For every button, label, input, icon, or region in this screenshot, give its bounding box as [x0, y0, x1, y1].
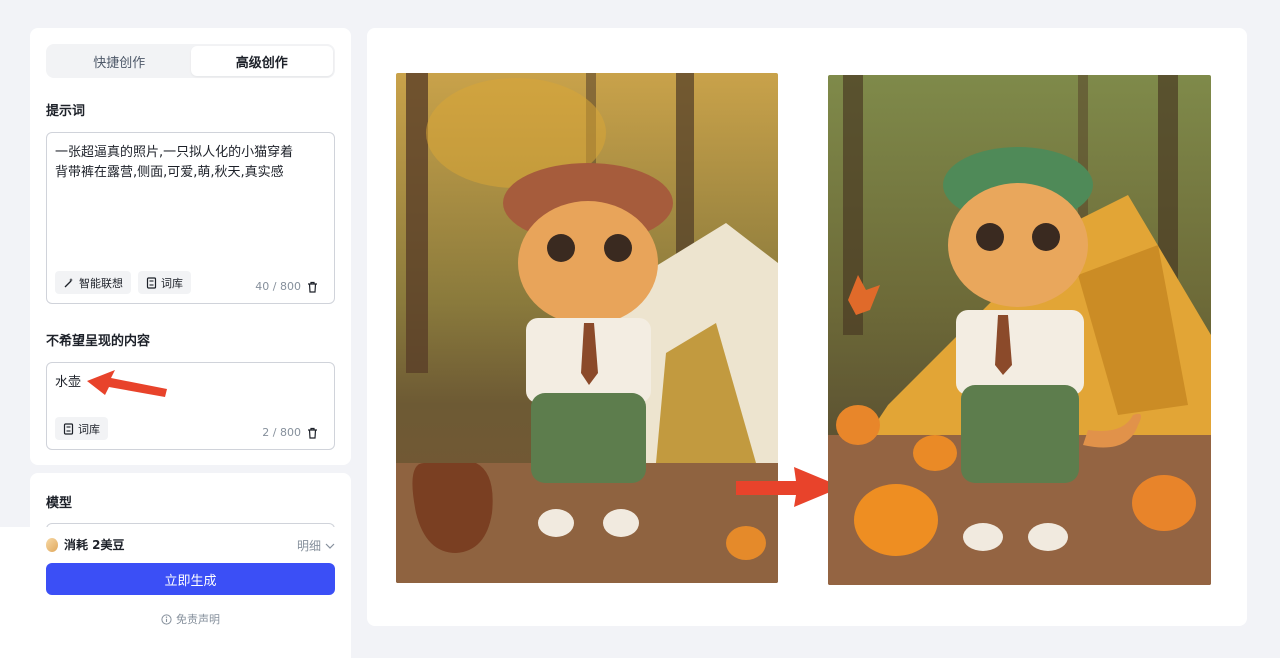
negative-counter: 2 / 800 [262, 426, 318, 439]
detail-label: 明细 [296, 539, 321, 553]
trash-icon[interactable] [307, 281, 318, 293]
arrow-icon [85, 367, 169, 403]
prompt-title: 提示词 [46, 104, 86, 119]
result-image-without-kettle[interactable] [828, 75, 1211, 585]
prompt-count-text: 40 / 800 [255, 280, 301, 293]
negative-library-label: 词库 [78, 422, 100, 436]
model-title: 模型 [46, 496, 73, 511]
prompt-library-label: 词库 [161, 276, 183, 290]
result-image-with-kettle[interactable] [396, 73, 778, 583]
generate-footer: 消耗 2美豆 明细 立即生成 免责声明 [0, 527, 351, 658]
result-panel [367, 28, 1247, 626]
tab-quick-create[interactable]: 快捷创作 [48, 46, 191, 76]
cost-info: 消耗 2美豆 [46, 536, 125, 553]
negative-count-text: 2 / 800 [262, 426, 301, 439]
prompt-textarea[interactable]: 一张超逼真的照片,一只拟人化的小猫穿着背带裤在露营,侧面,可爱,萌,秋天,真实感… [46, 132, 335, 304]
tab-advanced-create[interactable]: 高级创作 [190, 46, 333, 76]
detail-toggle[interactable]: 明细 [297, 537, 335, 554]
disclaimer-label: 免责声明 [176, 613, 220, 626]
negative-prompt-title: 不希望呈现的内容 [46, 334, 151, 349]
cost-label: 消耗 2美豆 [64, 538, 125, 552]
generate-button[interactable]: 立即生成 [46, 563, 335, 595]
wand-icon [63, 277, 75, 289]
prompt-counter: 40 / 800 [255, 280, 318, 293]
prompt-library-button[interactable]: 词库 [138, 271, 191, 294]
info-icon [161, 613, 172, 625]
book-icon [63, 422, 74, 435]
negative-library-button[interactable]: 词库 [55, 417, 108, 440]
negative-prompt-textarea[interactable]: 水壶 词库 2 / 800 [46, 362, 335, 450]
chevron-down-icon [325, 543, 335, 549]
bean-icon [46, 537, 58, 552]
settings-panel: 快捷创作 高级创作 提示词 一张超逼真的照片,一只拟人化的小猫穿着背带裤在露营,… [30, 28, 351, 465]
mode-tabs: 快捷创作 高级创作 [46, 44, 335, 78]
smart-suggest-button[interactable]: 智能联想 [55, 271, 131, 294]
smart-suggest-label: 智能联想 [79, 276, 123, 290]
book-icon [146, 276, 157, 289]
trash-icon[interactable] [307, 427, 318, 439]
disclaimer-link[interactable]: 免责声明 [15, 611, 366, 627]
prompt-text: 一张超逼真的照片,一只拟人化的小猫穿着背带裤在露营,侧面,可爱,萌,秋天,真实感 [55, 145, 294, 180]
